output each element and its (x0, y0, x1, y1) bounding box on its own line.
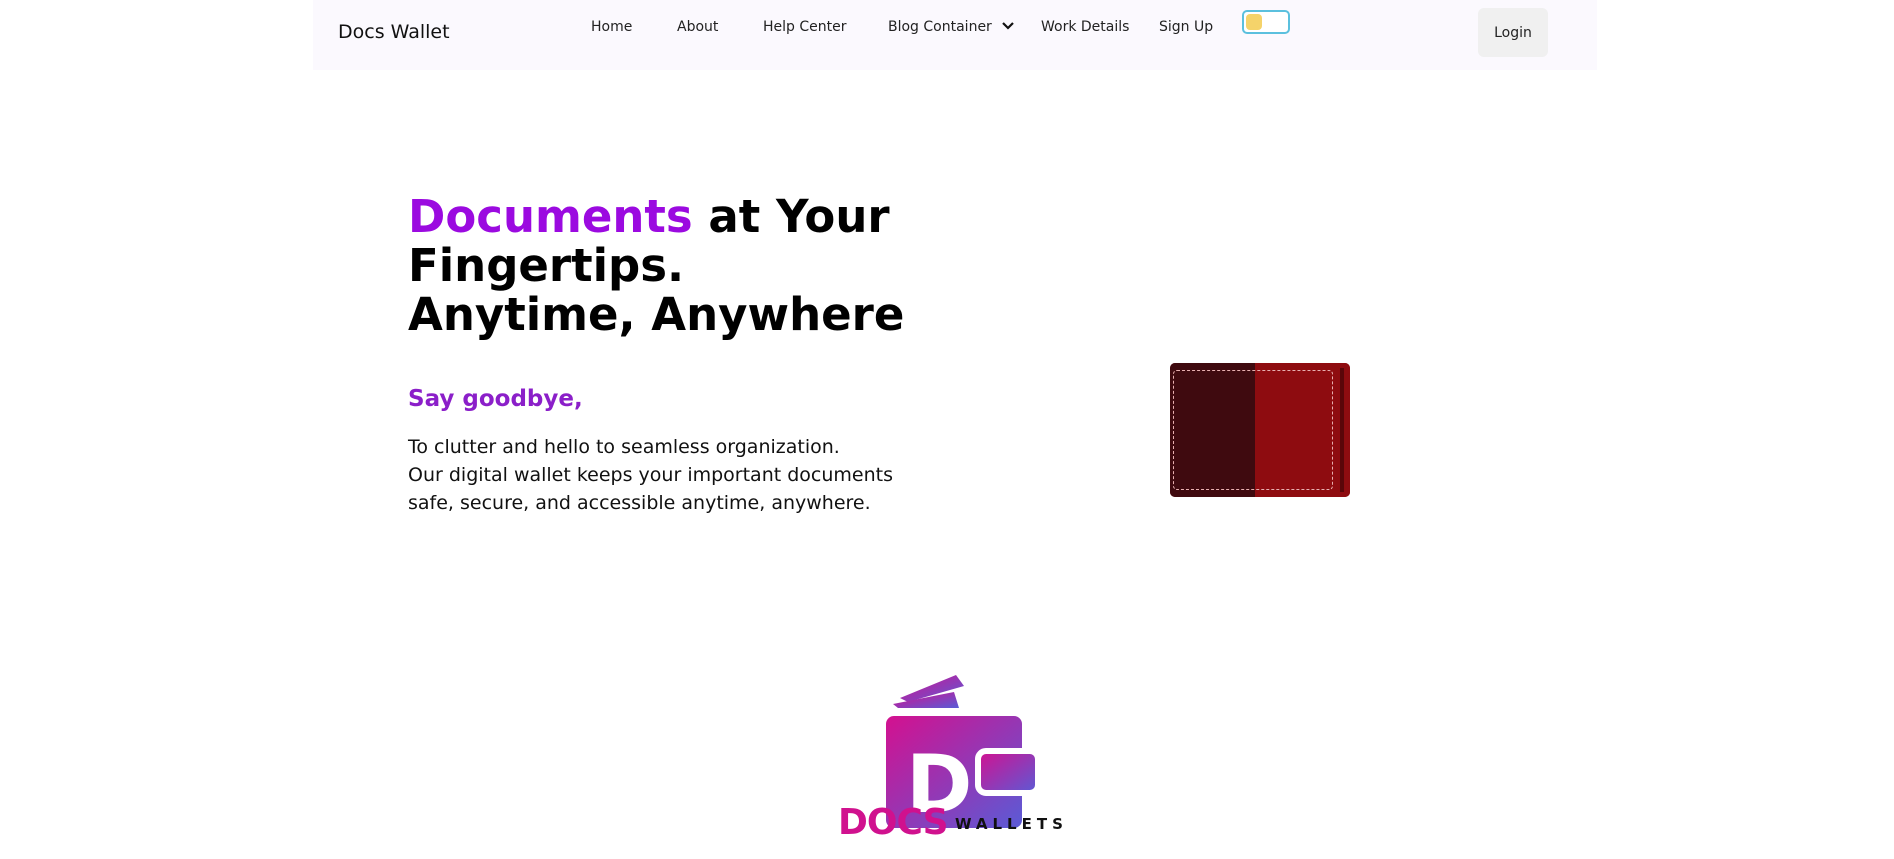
logo-word-wallets: WALLETS (955, 815, 1068, 833)
logo-word-docs: DOCS (838, 802, 949, 843)
nav-work-details[interactable]: Work Details (1041, 19, 1129, 35)
wallet-stitching (1173, 370, 1333, 490)
nav-about[interactable]: About (677, 19, 718, 35)
logo-wallet-clasp (975, 748, 1041, 796)
wallet-edge (1340, 368, 1344, 492)
wallet-illustration (1170, 363, 1350, 497)
hero-title-accent: Documents (408, 190, 693, 243)
hero-description: To clutter and hello to seamless organiz… (408, 433, 928, 517)
brand-name[interactable]: Docs Wallet (338, 21, 450, 43)
nav-blog-container[interactable]: Blog Container (888, 19, 1015, 35)
login-button[interactable]: Login (1478, 8, 1548, 57)
hero-title-line-2: Fingertips. (408, 239, 685, 292)
hero-subhead: Say goodbye, (408, 386, 583, 412)
desc-line: To clutter and hello to seamless organiz… (408, 436, 840, 458)
chevron-down-icon (1002, 19, 1015, 35)
navbar: Docs Wallet Home About Help Center Blog … (313, 0, 1597, 70)
toggle-knob (1246, 14, 1262, 30)
nav-blog-container-label: Blog Container (888, 19, 992, 35)
hero-title-line-3: Anytime, Anywhere (408, 288, 905, 341)
hero-title: Documents at Your Fingertips. Anytime, A… (408, 192, 968, 339)
desc-line: Our digital wallet keeps your important … (408, 464, 893, 486)
nav-help-center[interactable]: Help Center (763, 19, 847, 35)
desc-line: safe, secure, and accessible anytime, an… (408, 492, 871, 514)
hero-title-part: at Your (692, 190, 890, 243)
nav-sign-up[interactable]: Sign Up (1159, 19, 1213, 35)
theme-toggle[interactable] (1242, 10, 1290, 34)
nav-home[interactable]: Home (591, 19, 632, 35)
